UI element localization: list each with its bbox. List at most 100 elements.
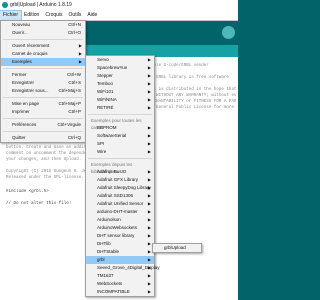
menu-item-label: Temboo [97,81,114,86]
menu-item-retire[interactable]: RETIRÉ ▶ [86,104,154,112]
menu-item-arduino-dht-master[interactable]: arduino-DHT-master ▶ [86,208,154,216]
menu-item-shortcut: Ctrl+O [67,30,81,35]
menu-item-arduinolson[interactable]: Arduinolson ▶ [86,216,154,224]
menu-item-wifinina[interactable]: WiFiNINA ▶ [86,96,154,104]
menu-item-imprimer[interactable]: Imprimer Ctrl+P [1,108,85,116]
menu-item-label: DHT sensor library [97,233,135,238]
code-line: The GRBL library is free software. [146,76,232,80]
menu-item-dht-sensor-library[interactable]: DHT sensor library ▶ [86,232,154,240]
menu-item-nouveau[interactable]: Nouveau Ctrl+N [1,21,85,29]
menu-item-stepper[interactable]: Stepper ▶ [86,72,154,80]
menu-item-label: DHTStable [97,249,120,254]
menu-item-ouvrir[interactable]: Ouvrir... Ctrl+O [1,29,85,37]
menu-item-spi[interactable]: SPI ▶ [86,140,154,148]
chevron-right-icon: ▶ [147,273,151,278]
menu-item-label: Ouvert récemment [12,43,50,48]
menu-item-adafruit-ssd1306[interactable]: Adafruit SSD1306 ▶ [86,192,154,200]
menu-aide[interactable]: Aide [84,11,100,20]
menu-item-label: Exemples [12,59,32,64]
chevron-right-icon: ▶ [147,169,151,174]
menu-item-quitter[interactable]: Quitter Ctrl+Q [1,134,85,142]
menu-item-label: Adafruit SSD1306 [97,193,134,198]
chevron-right-icon: ▶ [147,265,151,270]
menu-item-adafruit-sleepydog-library[interactable]: Adafruit SleepyDog Library ▶ [86,184,154,192]
chevron-right-icon: ▶ [147,249,151,254]
menu-item-enregistrer[interactable]: Enregistrer Ctrl+S [1,79,85,87]
menu-separator [3,97,83,98]
code-block: #include <grbl.h> // Do not alter this f… [6,189,71,207]
examples-submenu: Servo ▶ SpacebrewYun ▶ Stepper ▶ Temboo ▶ WiFi10… [85,55,160,297]
serial-monitor-button[interactable] [222,26,235,39]
menu-item-servo[interactable]: Servo ▶ [86,56,154,64]
menu-item-adafruit-gfx-library[interactable]: Adafruit GFX Library ▶ [86,176,154,184]
menu-item-enregistrer-sous[interactable]: Enregistrer sous... Ctrl+Maj+S [1,87,85,95]
menu-item-dhtstable[interactable]: DHTStable ▶ [86,248,154,256]
menu-item-wifi101[interactable]: WiFi101 ▶ [86,88,154,96]
menu-item-wire[interactable]: Wire ▶ [86,148,154,156]
menu-item-shortcut: Ctrl+Virgule [57,122,81,127]
menu-item-label: Enregistrer sous... [12,88,49,93]
menu-item-shortcut: Ctrl+Q [67,135,81,140]
menu-item-label: SoftwareSerial [97,133,127,138]
menu-item-softwareserial[interactable]: SoftwareSerial ▶ [86,132,154,140]
menu-item-eeprom[interactable]: EEPROM ▶ [86,124,154,132]
menu-item-incompatible[interactable]: INCOMPATIBLE ▶ [86,288,154,296]
menu-outils[interactable]: Outils [66,11,85,20]
menu-item-carnet-de-croquis[interactable]: Carnet de croquis ▶ [1,50,85,58]
menu-item-label: Stepper [97,73,113,78]
menu-item-label: Préférences [12,122,37,127]
menu-item-mise-en-page[interactable]: Mise en page Ctrl+Maj+P [1,100,85,108]
menu-item-label: Mise en page [12,101,40,106]
menu-item-shortcut: Ctrl+Maj+P [58,101,81,106]
menu-item-label: DHTlib [97,241,111,246]
menu-item-preferences[interactable]: Préférences Ctrl+Virgule [1,121,85,129]
menu-item-label: WebSockets [97,281,123,286]
menu-section-header: Exemples pour toutes les cartes [91,118,142,130]
menu-item-label: Imprimer [12,109,30,114]
menu-item-adafruit-unified-sensor[interactable]: Adafruit Unified Sensor ▶ [86,200,154,208]
menu-item-grblupload[interactable]: grblUpload [153,244,201,252]
menu-item-label: Carnet de croquis [12,51,48,56]
menu-item-label: Enregistrer [12,80,35,85]
menu-item-label: Adafruit SleepyDog Library [97,185,151,190]
menu-item-tm1637[interactable]: TM1637 ▶ [86,272,154,280]
menu-item-label: Servo [97,57,109,62]
menu-croquis[interactable]: Croquis [42,11,65,20]
menu-item-spacebrewyun[interactable]: SpacebrewYun ▶ [86,64,154,72]
menu-item-ouvert-recemment[interactable]: Ouvert récemment ▶ [1,42,85,50]
chevron-right-icon: ▶ [147,141,151,146]
chevron-right-icon: ▶ [147,217,151,222]
grbl-submenu: grblUpload [152,243,202,253]
menu-item-arduinowebsockets[interactable]: ArduinoWebsockets ▶ [86,224,154,232]
menu-item-fermer[interactable]: Fermer Ctrl+W [1,71,85,79]
chevron-right-icon: ▶ [147,225,151,230]
chevron-right-icon: ▶ [147,289,151,294]
chevron-right-icon: ▶ [147,133,151,138]
chevron-right-icon: ▶ [147,125,151,130]
menu-item-label: SPI [97,141,105,146]
chevron-right-icon: ▶ [147,73,151,78]
menu-item-dhtlib[interactable]: DHTlib ▶ [86,240,154,248]
chevron-right-icon: ▶ [147,193,151,198]
chevron-right-icon: ▶ [147,185,151,190]
menu-item-label: arduino-DHT-master [97,209,138,214]
menu-item-label: Arduinolson [97,217,121,222]
chevron-right-icon: ▶ [147,57,151,62]
menu-item-adafruit-busio[interactable]: Adafruit BusIO ▶ [86,168,154,176]
window-title: grbl|Upload | Arduino 1.8.19 [10,2,72,8]
menu-item-websockets[interactable]: WebSockets ▶ [86,280,154,288]
chevron-right-icon: ▶ [147,209,151,214]
menu-item-temboo[interactable]: Temboo ▶ [86,80,154,88]
code-line: // Do not alter this file! [6,202,72,206]
menu-item-exemples[interactable]: Exemples ▶ [1,58,85,66]
menu-item-label: WiFi101 [97,89,114,94]
menu-edition[interactable]: Edition [21,11,42,20]
menu-fichier[interactable]: Fichier [0,10,23,21]
menu-item-label: TM1637 [97,273,114,278]
menu-item-label: Adafruit Unified Sensor [97,201,144,206]
menu-item-label: Ouvrir... [12,30,28,35]
menu-item-grbl[interactable]: grbl ▶ [86,256,154,264]
menu-item-seeed-grove-4digital-display[interactable]: Seeed_Grove_4Digital_Display ▶ [86,264,160,272]
menu-item-label: Adafruit BusIO [97,169,127,174]
menu-item-label: Nouveau [12,22,31,27]
